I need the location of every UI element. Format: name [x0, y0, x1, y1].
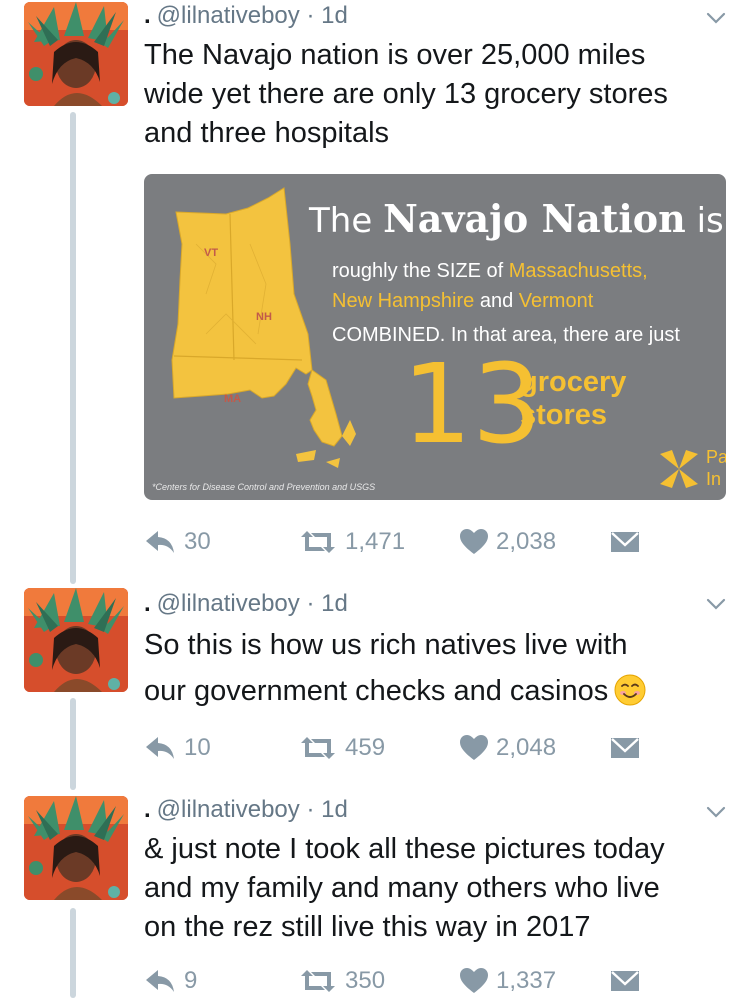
line2-highlight-2: Vermont	[518, 290, 594, 312]
tweet-meta: . @lilnativeboy · 1d	[144, 796, 348, 823]
retweet-icon	[301, 970, 335, 992]
tweet-text-line: The Navajo nation is over 25,000 miles	[144, 39, 646, 71]
reply-button[interactable]: 9	[144, 966, 197, 996]
direct-message-button[interactable]	[610, 733, 640, 763]
map-label-ma: MA	[224, 393, 241, 405]
avatar-image	[24, 796, 128, 900]
partner-logo-icon	[660, 450, 698, 488]
title-pre: The	[309, 201, 373, 241]
partner-text-2: In	[706, 469, 722, 489]
tweet-meta: . @lilnativeboy · 1d	[144, 590, 348, 617]
smiling-face-emoji-icon	[614, 674, 646, 706]
infographic-line-2: New Hampshire and Vermont	[332, 290, 593, 313]
heart-icon	[460, 735, 488, 760]
tweet-text-line: and my family and many others who live	[144, 872, 660, 904]
chevron-down-icon[interactable]	[704, 6, 728, 30]
grocery-label-1: grocery	[520, 366, 627, 398]
tweet-meta: . @lilnativeboy · 1d	[144, 2, 348, 29]
title-post: is	[696, 201, 724, 241]
tweet-3[interactable]: . @lilnativeboy · 1d & just note I took a…	[0, 794, 750, 998]
retweet-button[interactable]: 1,471	[299, 527, 405, 557]
line1-highlight: Massachusetts,	[508, 260, 648, 282]
partner-logo-text: Pa In	[706, 446, 726, 490]
avatar[interactable]	[24, 588, 128, 692]
retweet-button[interactable]: 459	[299, 733, 385, 763]
envelope-icon	[611, 738, 639, 758]
chevron-down-icon[interactable]	[704, 800, 728, 824]
envelope-icon	[611, 532, 639, 552]
tweet-time[interactable]: 1d	[321, 796, 348, 823]
reply-button[interactable]: 10	[144, 733, 211, 763]
avatar-image	[24, 2, 128, 106]
infographic-title: The Navajo Nation is	[309, 196, 724, 241]
tweet-media-image[interactable]: VT NH MA The Navajo Nation is roughly th…	[144, 174, 726, 500]
tweet-2[interactable]: . @lilnativeboy · 1d So this is how us ri…	[0, 586, 750, 786]
user-handle[interactable]: @lilnativeboy	[157, 796, 300, 823]
map-label-vt: VT	[204, 247, 218, 259]
envelope-icon	[611, 971, 639, 991]
reply-icon	[146, 737, 174, 759]
tweet-text: The Navajo nation is over 25,000 miles w…	[144, 36, 734, 153]
grocery-label-2: stores	[520, 399, 608, 431]
retweet-count: 1,471	[345, 528, 406, 555]
heart-icon	[460, 529, 488, 554]
tweet-text: So this is how us rich natives live with…	[144, 622, 734, 714]
tweet-time[interactable]: 1d	[321, 590, 348, 617]
direct-message-button[interactable]	[610, 527, 640, 557]
retweet-count: 459	[345, 734, 386, 761]
like-count: 2,048	[496, 734, 557, 761]
partner-text-1: Pa	[706, 447, 726, 467]
tweet-actions: 10 459 2,048	[144, 733, 664, 763]
reply-button[interactable]: 30	[144, 527, 211, 557]
display-name-dot: .	[144, 590, 151, 617]
chevron-down-icon[interactable]	[704, 592, 728, 616]
tweet-text-line: & just note I took all these pictures to…	[144, 833, 665, 865]
tweet-time[interactable]: 1d	[321, 2, 348, 29]
reply-icon	[146, 531, 174, 553]
like-count: 1,337	[496, 967, 557, 994]
line2-and: and	[479, 290, 514, 312]
tweet-text: & just note I took all these pictures to…	[144, 830, 734, 947]
reply-count: 9	[184, 967, 198, 994]
reply-icon	[146, 970, 174, 992]
like-button[interactable]: 1,337	[460, 966, 556, 996]
like-button[interactable]: 2,048	[460, 733, 556, 763]
tweet-text-line: and three hospitals	[144, 117, 390, 149]
tweet-text-line: wide yet there are only 13 grocery store…	[144, 78, 668, 110]
tweet-text-line: our government checks and casinos	[144, 668, 734, 714]
tweet-actions: 9 350 1,337	[144, 966, 664, 996]
infographic-line-1: roughly the SIZE of Massachusetts,	[332, 260, 648, 283]
reply-count: 10	[184, 734, 211, 761]
user-handle[interactable]: @lilnativeboy	[157, 2, 300, 29]
avatar[interactable]	[24, 2, 128, 106]
retweet-button[interactable]: 350	[299, 966, 385, 996]
retweet-icon	[301, 531, 335, 553]
avatar[interactable]	[24, 796, 128, 900]
like-button[interactable]: 2,038	[460, 527, 556, 557]
avatar-image	[24, 588, 128, 692]
heart-icon	[460, 968, 488, 993]
grocery-label: grocery stores	[520, 366, 626, 432]
tweet-actions: 30 1,471 2,038	[144, 527, 664, 557]
tweet-text-line-content: our government checks and casinos	[144, 675, 609, 707]
tweet-1[interactable]: . @lilnativeboy · 1d The Navajo nation is…	[0, 0, 750, 580]
retweet-icon	[301, 737, 335, 759]
user-handle[interactable]: @lilnativeboy	[157, 590, 300, 617]
retweet-count: 350	[345, 967, 386, 994]
line1-text: roughly the SIZE of	[332, 260, 504, 282]
tweet-text-line: on the rez still live this way in 2017	[144, 911, 591, 943]
display-name-dot: .	[144, 2, 151, 29]
direct-message-button[interactable]	[610, 966, 640, 996]
map-label-nh: NH	[256, 311, 272, 323]
like-count: 2,038	[496, 528, 557, 555]
reply-count: 30	[184, 528, 211, 555]
line2-highlight-1: New Hampshire	[332, 290, 475, 312]
display-name-dot: .	[144, 796, 151, 823]
title-main: Navajo Nation	[383, 196, 686, 241]
infographic-source: *Centers for Disease Control and Prevent…	[152, 482, 376, 492]
tweet-text-line: So this is how us rich natives live with	[144, 629, 628, 661]
